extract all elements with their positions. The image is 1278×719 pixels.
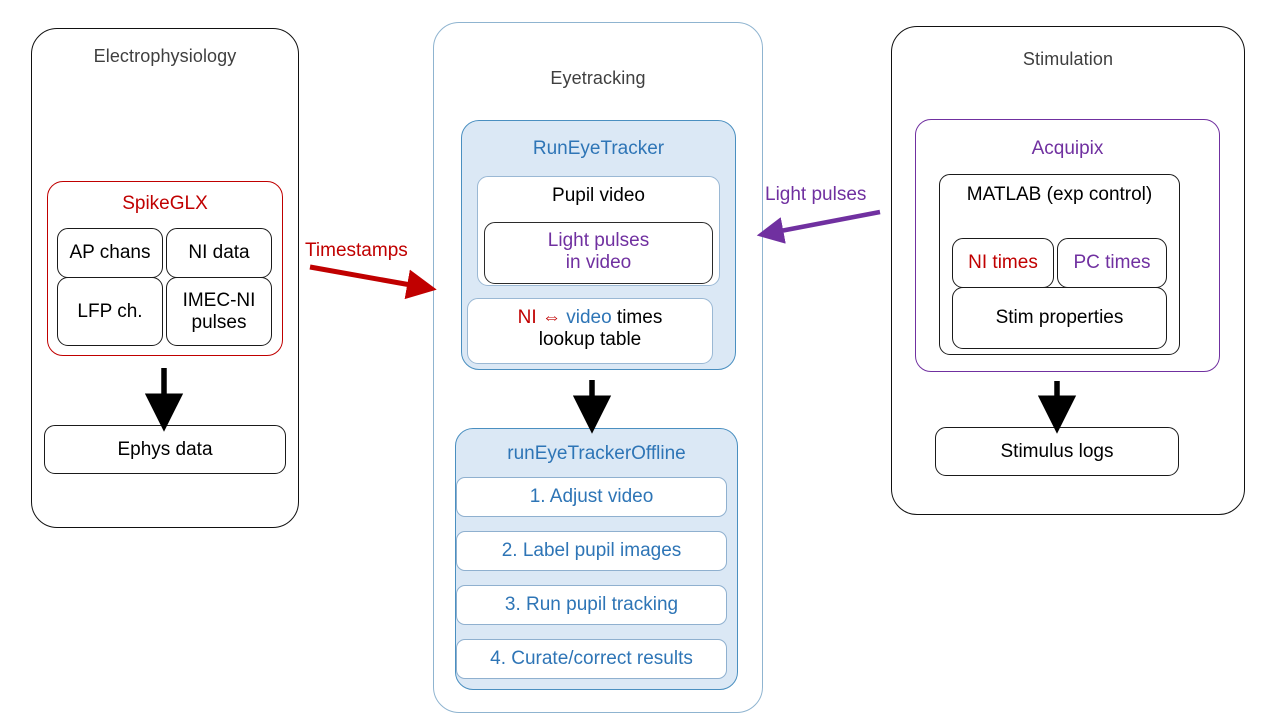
panel-stimulation-title: Stimulation xyxy=(1022,49,1114,69)
box-light-pulses-line2: in video xyxy=(565,252,632,274)
lookup-ni-label: NI xyxy=(517,307,537,328)
box-stim-properties: Stim properties xyxy=(952,287,1167,349)
box-pupil-video-label: Pupil video xyxy=(552,185,645,206)
box-stimulus-logs: Stimulus logs xyxy=(935,427,1179,476)
lookup-line-1: NI ⇔ video times xyxy=(468,307,712,329)
box-lfp-ch: LFP ch. xyxy=(57,277,163,346)
panel-eyetracking-title: Eyetracking xyxy=(550,68,646,88)
connector-label-light-pulses: Light pulses xyxy=(765,184,867,205)
box-ephys-data: Ephys data xyxy=(44,425,286,474)
box-ni-video-lookup-table: NI ⇔ video times lookup table xyxy=(467,298,713,364)
box-step-3-run-pupil-tracking: 3. Run pupil tracking xyxy=(456,585,727,625)
arrow-timestamps xyxy=(309,264,437,300)
box-pc-times-label: PC times xyxy=(1073,252,1151,274)
group-run-eye-tracker-offline-title: runEyeTrackerOffline xyxy=(507,443,686,464)
box-light-pulses-in-video: Light pulses in video xyxy=(484,222,713,284)
bidirectional-arrow-icon: ⇔ xyxy=(541,307,561,328)
arrow-light-pulses xyxy=(756,209,881,244)
box-step-4-curate-correct-results: 4. Curate/correct results xyxy=(456,639,727,679)
box-pc-times: PC times xyxy=(1057,238,1167,288)
lookup-video-label: video xyxy=(566,307,612,328)
box-ap-chans: AP chans xyxy=(57,228,163,278)
group-run-eye-tracker-title: RunEyeTracker xyxy=(532,138,665,159)
box-step-1-adjust-video: 1. Adjust video xyxy=(456,477,727,517)
box-ni-times: NI times xyxy=(952,238,1054,288)
connector-label-timestamps: Timestamps xyxy=(305,240,408,261)
lookup-line-2: lookup table xyxy=(538,329,642,351)
box-matlab-label: MATLAB (exp control) xyxy=(966,184,1153,205)
lookup-times-label: times xyxy=(616,307,663,328)
box-ni-data: NI data xyxy=(166,228,272,278)
group-spikeglx-title: SpikeGLX xyxy=(122,193,208,214)
box-ni-times-label: NI times xyxy=(968,252,1038,274)
box-step-2-label-pupil-images: 2. Label pupil images xyxy=(456,531,727,571)
box-light-pulses-line1: Light pulses xyxy=(547,230,650,251)
panel-electrophysiology-title: Electrophysiology xyxy=(93,46,237,66)
box-imec-ni-pulses: IMEC-NI pulses xyxy=(166,277,272,346)
diagram-canvas: Electrophysiology SpikeGLX AP chans NI d… xyxy=(0,0,1278,719)
group-acquipix-title: Acquipix xyxy=(1031,138,1104,159)
